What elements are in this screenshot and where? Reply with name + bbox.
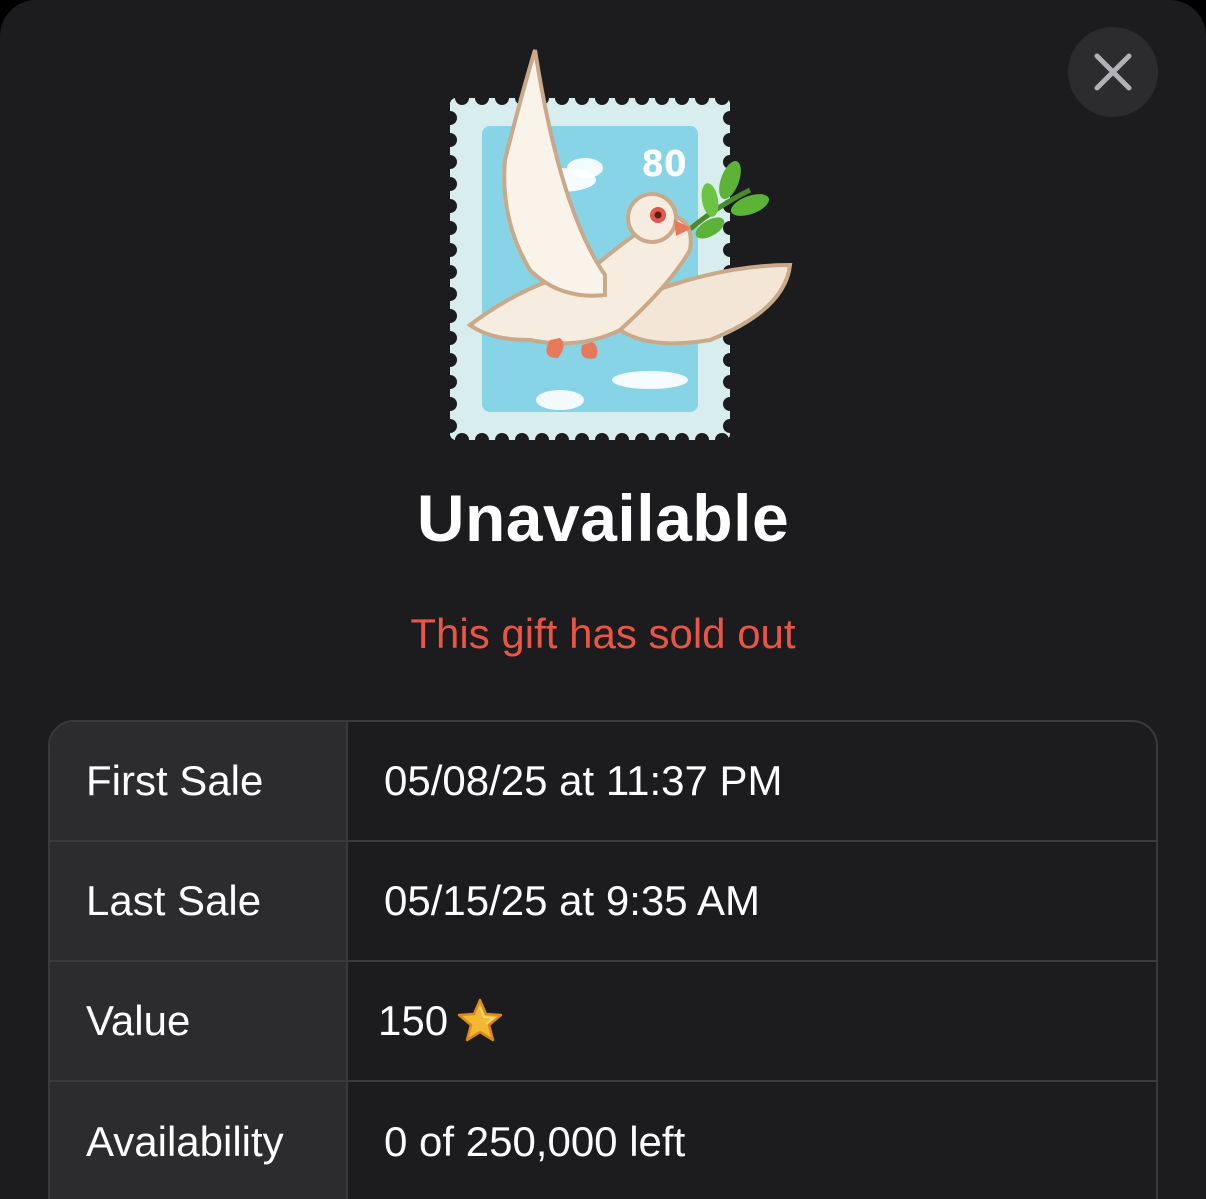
- first-sale-label: First Sale: [50, 722, 348, 840]
- table-row-availability: Availability 0 of 250,000 left: [50, 1082, 1156, 1199]
- last-sale-value: 05/15/25 at 9:35 AM: [384, 877, 760, 924]
- first-sale-value: 05/08/25 at 11:37 PM: [384, 757, 783, 804]
- last-sale-label: Last Sale: [50, 842, 348, 960]
- table-row-last-sale: Last Sale 05/15/25 at 9:35 AM: [50, 842, 1156, 962]
- table-row-value: Value 150: [50, 962, 1156, 1082]
- sold-out-status: This gift has sold out: [410, 610, 796, 657]
- value-amount: 150: [378, 997, 449, 1044]
- value-label: Value: [50, 962, 348, 1080]
- close-icon: [1094, 53, 1132, 91]
- gift-title: Unavailable: [416, 481, 790, 555]
- value-amount-cell: 150: [348, 962, 1156, 1080]
- table-row-first-sale: First Sale 05/08/25 at 11:37 PM: [50, 722, 1156, 842]
- close-button[interactable]: [1068, 27, 1158, 117]
- availability-value: 0 of 250,000 left: [384, 1118, 686, 1165]
- stamp-denomination: 80: [641, 144, 686, 185]
- gift-details-table: First Sale 05/08/25 at 11:37 PM Last Sal…: [48, 720, 1158, 1199]
- dove-stamp-gift-image: 80: [443, 49, 793, 447]
- gift-sheet: 80 Unavailable This gift has sold out Fi…: [0, 0, 1206, 1199]
- star-icon: [456, 997, 504, 1045]
- availability-label: Availability: [50, 1082, 348, 1199]
